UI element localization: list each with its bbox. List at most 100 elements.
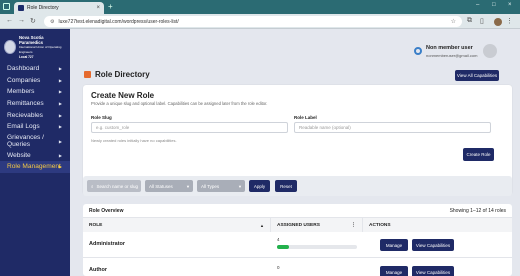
chevron-right-icon: ▶ bbox=[58, 77, 62, 83]
logo-seal-icon bbox=[4, 40, 16, 54]
bookmark-star-icon[interactable]: ☆ bbox=[451, 18, 456, 25]
apply-button[interactable]: Apply bbox=[249, 180, 270, 192]
role-name[interactable]: Administrator bbox=[89, 241, 125, 247]
chevron-right-icon: ▶ bbox=[58, 138, 62, 144]
assigned-progress-fill bbox=[277, 245, 289, 249]
table-showing-count: Showing 1–12 of 14 roles bbox=[449, 208, 506, 214]
view-capabilities-button[interactable]: View Capabilities bbox=[412, 266, 454, 276]
settings-gear-icon[interactable] bbox=[414, 47, 422, 55]
close-tab-icon[interactable]: × bbox=[96, 5, 100, 11]
browser-toolbar: ← → ↻ ⚙ luxe727test.elenadigital.com/wor… bbox=[0, 14, 520, 29]
minimize-icon[interactable]: – bbox=[476, 2, 479, 8]
sidebar-item-label: Email Logs bbox=[7, 123, 40, 131]
page-title: Role Directory bbox=[95, 70, 150, 79]
create-role-hint: Newly created roles initially have no ca… bbox=[91, 138, 177, 143]
search-input[interactable]: ⌕ Search name or slug bbox=[87, 180, 141, 192]
role-slug-input[interactable]: e.g. custom_role bbox=[91, 122, 288, 133]
sidebar-item-role-management[interactable]: Role Management ▶ bbox=[0, 161, 70, 173]
table-row: Author 0 Manage View Capabilities bbox=[83, 259, 512, 276]
column-header-actions: ACTIONS bbox=[363, 218, 512, 232]
type-select[interactable]: All Types ▼ bbox=[197, 180, 245, 192]
column-header-label: ACTIONS bbox=[369, 222, 391, 228]
browser-tab[interactable]: Role Directory × bbox=[14, 2, 104, 14]
create-role-button[interactable]: Create Role bbox=[463, 148, 494, 161]
sidepanel-icon[interactable]: ▯ bbox=[480, 17, 484, 25]
role-name[interactable]: Author bbox=[89, 267, 107, 273]
sidebar-item-grievances[interactable]: Grievances / Queries ▶ bbox=[0, 133, 70, 150]
chevron-right-icon: ▶ bbox=[58, 164, 62, 170]
maximize-icon[interactable]: □ bbox=[492, 2, 496, 8]
chevron-right-icon: ▶ bbox=[58, 89, 62, 95]
favicon-icon bbox=[18, 5, 24, 11]
status-select[interactable]: All Statuses ▼ bbox=[145, 180, 193, 192]
user-name: Non member user bbox=[426, 45, 473, 51]
back-icon[interactable]: ← bbox=[6, 17, 13, 24]
avatar[interactable] bbox=[483, 44, 497, 58]
sidebar-item-label: Website bbox=[7, 151, 31, 159]
chevron-right-icon: ▶ bbox=[58, 66, 62, 72]
role-table: Role Overview Showing 1–12 of 14 roles R… bbox=[83, 204, 512, 276]
role-label-label: Role Label bbox=[294, 115, 317, 120]
type-select-value: All Types bbox=[201, 183, 220, 189]
address-bar[interactable]: ⚙ luxe727test.elenadigital.com/wordpress… bbox=[44, 16, 462, 27]
sidebar-item-remittances[interactable]: Remittances ▶ bbox=[0, 98, 70, 110]
browser-menu-icon[interactable]: ⋮ bbox=[506, 17, 513, 25]
url-text: luxe727test.elenadigital.com/wordpress/u… bbox=[58, 18, 179, 25]
logo-line-2: International Union of Operating Enginee… bbox=[18, 44, 62, 54]
home-icon bbox=[84, 71, 91, 78]
sidebar-item-label: Remittances bbox=[7, 100, 44, 108]
assigned-count: 4 bbox=[277, 237, 280, 242]
search-placeholder: Search name or slug bbox=[96, 183, 139, 189]
table-header-bar: Role Overview Showing 1–12 of 14 roles bbox=[83, 204, 512, 218]
forward-icon[interactable]: → bbox=[18, 17, 25, 24]
assigned-progress-bar bbox=[277, 245, 357, 249]
chevron-right-icon: ▶ bbox=[58, 124, 62, 130]
sidebar-menu: Dashboard ▶ Companies ▶ Members ▶ Remittanc… bbox=[0, 63, 70, 173]
status-select-value: All Statuses bbox=[149, 183, 173, 189]
table-row: Administrator 4 Manage View Capabilities bbox=[83, 232, 512, 258]
sort-icon[interactable]: ⋮ bbox=[351, 222, 356, 228]
sidebar-item-companies[interactable]: Companies ▶ bbox=[0, 75, 70, 87]
assigned-count: 0 bbox=[277, 265, 280, 270]
sidebar-item-members[interactable]: Members ▶ bbox=[0, 86, 70, 98]
create-role-heading: Create New Role bbox=[91, 91, 155, 100]
column-header-label: ROLE bbox=[89, 222, 103, 228]
reload-icon[interactable]: ↻ bbox=[30, 17, 36, 25]
logo-line-1: Nova Scotia Paramedics bbox=[18, 34, 44, 45]
manage-button[interactable]: Manage bbox=[380, 239, 408, 251]
sidebar-item-recievables[interactable]: Recievables ▶ bbox=[0, 109, 70, 121]
browser-profile-avatar[interactable] bbox=[494, 18, 502, 26]
chevron-right-icon: ▶ bbox=[58, 101, 62, 107]
browser-tabbar: Role Directory × + – □ × bbox=[0, 0, 520, 14]
create-role-subtitle: Provide a unique slug and optional label… bbox=[91, 101, 268, 106]
role-slug-label: Role Slug bbox=[91, 115, 112, 120]
page-title-wrap: Role Directory bbox=[84, 70, 150, 79]
sidebar-item-email-logs[interactable]: Email Logs ▶ bbox=[0, 121, 70, 133]
search-icon: ⌕ bbox=[91, 183, 94, 189]
sidebar-item-dashboard[interactable]: Dashboard ▶ bbox=[0, 63, 70, 75]
site-info-icon[interactable]: ⚙ bbox=[50, 19, 54, 25]
column-header-assigned-users[interactable]: ASSIGNED USERS ⋮ bbox=[271, 218, 363, 232]
manage-button[interactable]: Manage bbox=[380, 266, 408, 276]
reset-button[interactable]: Reset bbox=[275, 180, 297, 192]
view-all-capabilities-button[interactable]: View All Capabilities bbox=[455, 70, 499, 81]
new-tab-icon[interactable]: + bbox=[108, 2, 113, 11]
role-label-input[interactable]: Readable name (optional) bbox=[294, 122, 491, 133]
window-close-icon[interactable]: × bbox=[508, 2, 512, 8]
chevron-right-icon: ▶ bbox=[58, 152, 62, 158]
tab-menu-icon[interactable] bbox=[3, 3, 10, 10]
sidebar-item-label: Recievables bbox=[7, 111, 43, 119]
sidebar-item-website[interactable]: Website ▶ bbox=[0, 150, 70, 162]
extensions-icon[interactable]: ⧉ bbox=[467, 17, 472, 25]
org-logo[interactable]: Nova Scotia Paramedics International Uni… bbox=[4, 34, 66, 59]
view-capabilities-button[interactable]: View Capabilities bbox=[412, 239, 454, 251]
main-content: Non member user nonmemberuser@gmail.com … bbox=[70, 29, 520, 276]
user-email: nonmemberuser@gmail.com bbox=[426, 53, 478, 58]
sort-asc-icon[interactable]: ▲ bbox=[260, 223, 264, 228]
sidebar-item-label: Members bbox=[7, 88, 35, 96]
sidebar-item-label: Grievances / Queries bbox=[7, 134, 45, 149]
sidebar-item-label: Companies bbox=[7, 76, 41, 84]
chevron-down-icon: ▼ bbox=[186, 183, 190, 189]
column-header-role[interactable]: ROLE ▲ bbox=[83, 218, 271, 232]
table-title: Role Overview bbox=[89, 208, 124, 214]
